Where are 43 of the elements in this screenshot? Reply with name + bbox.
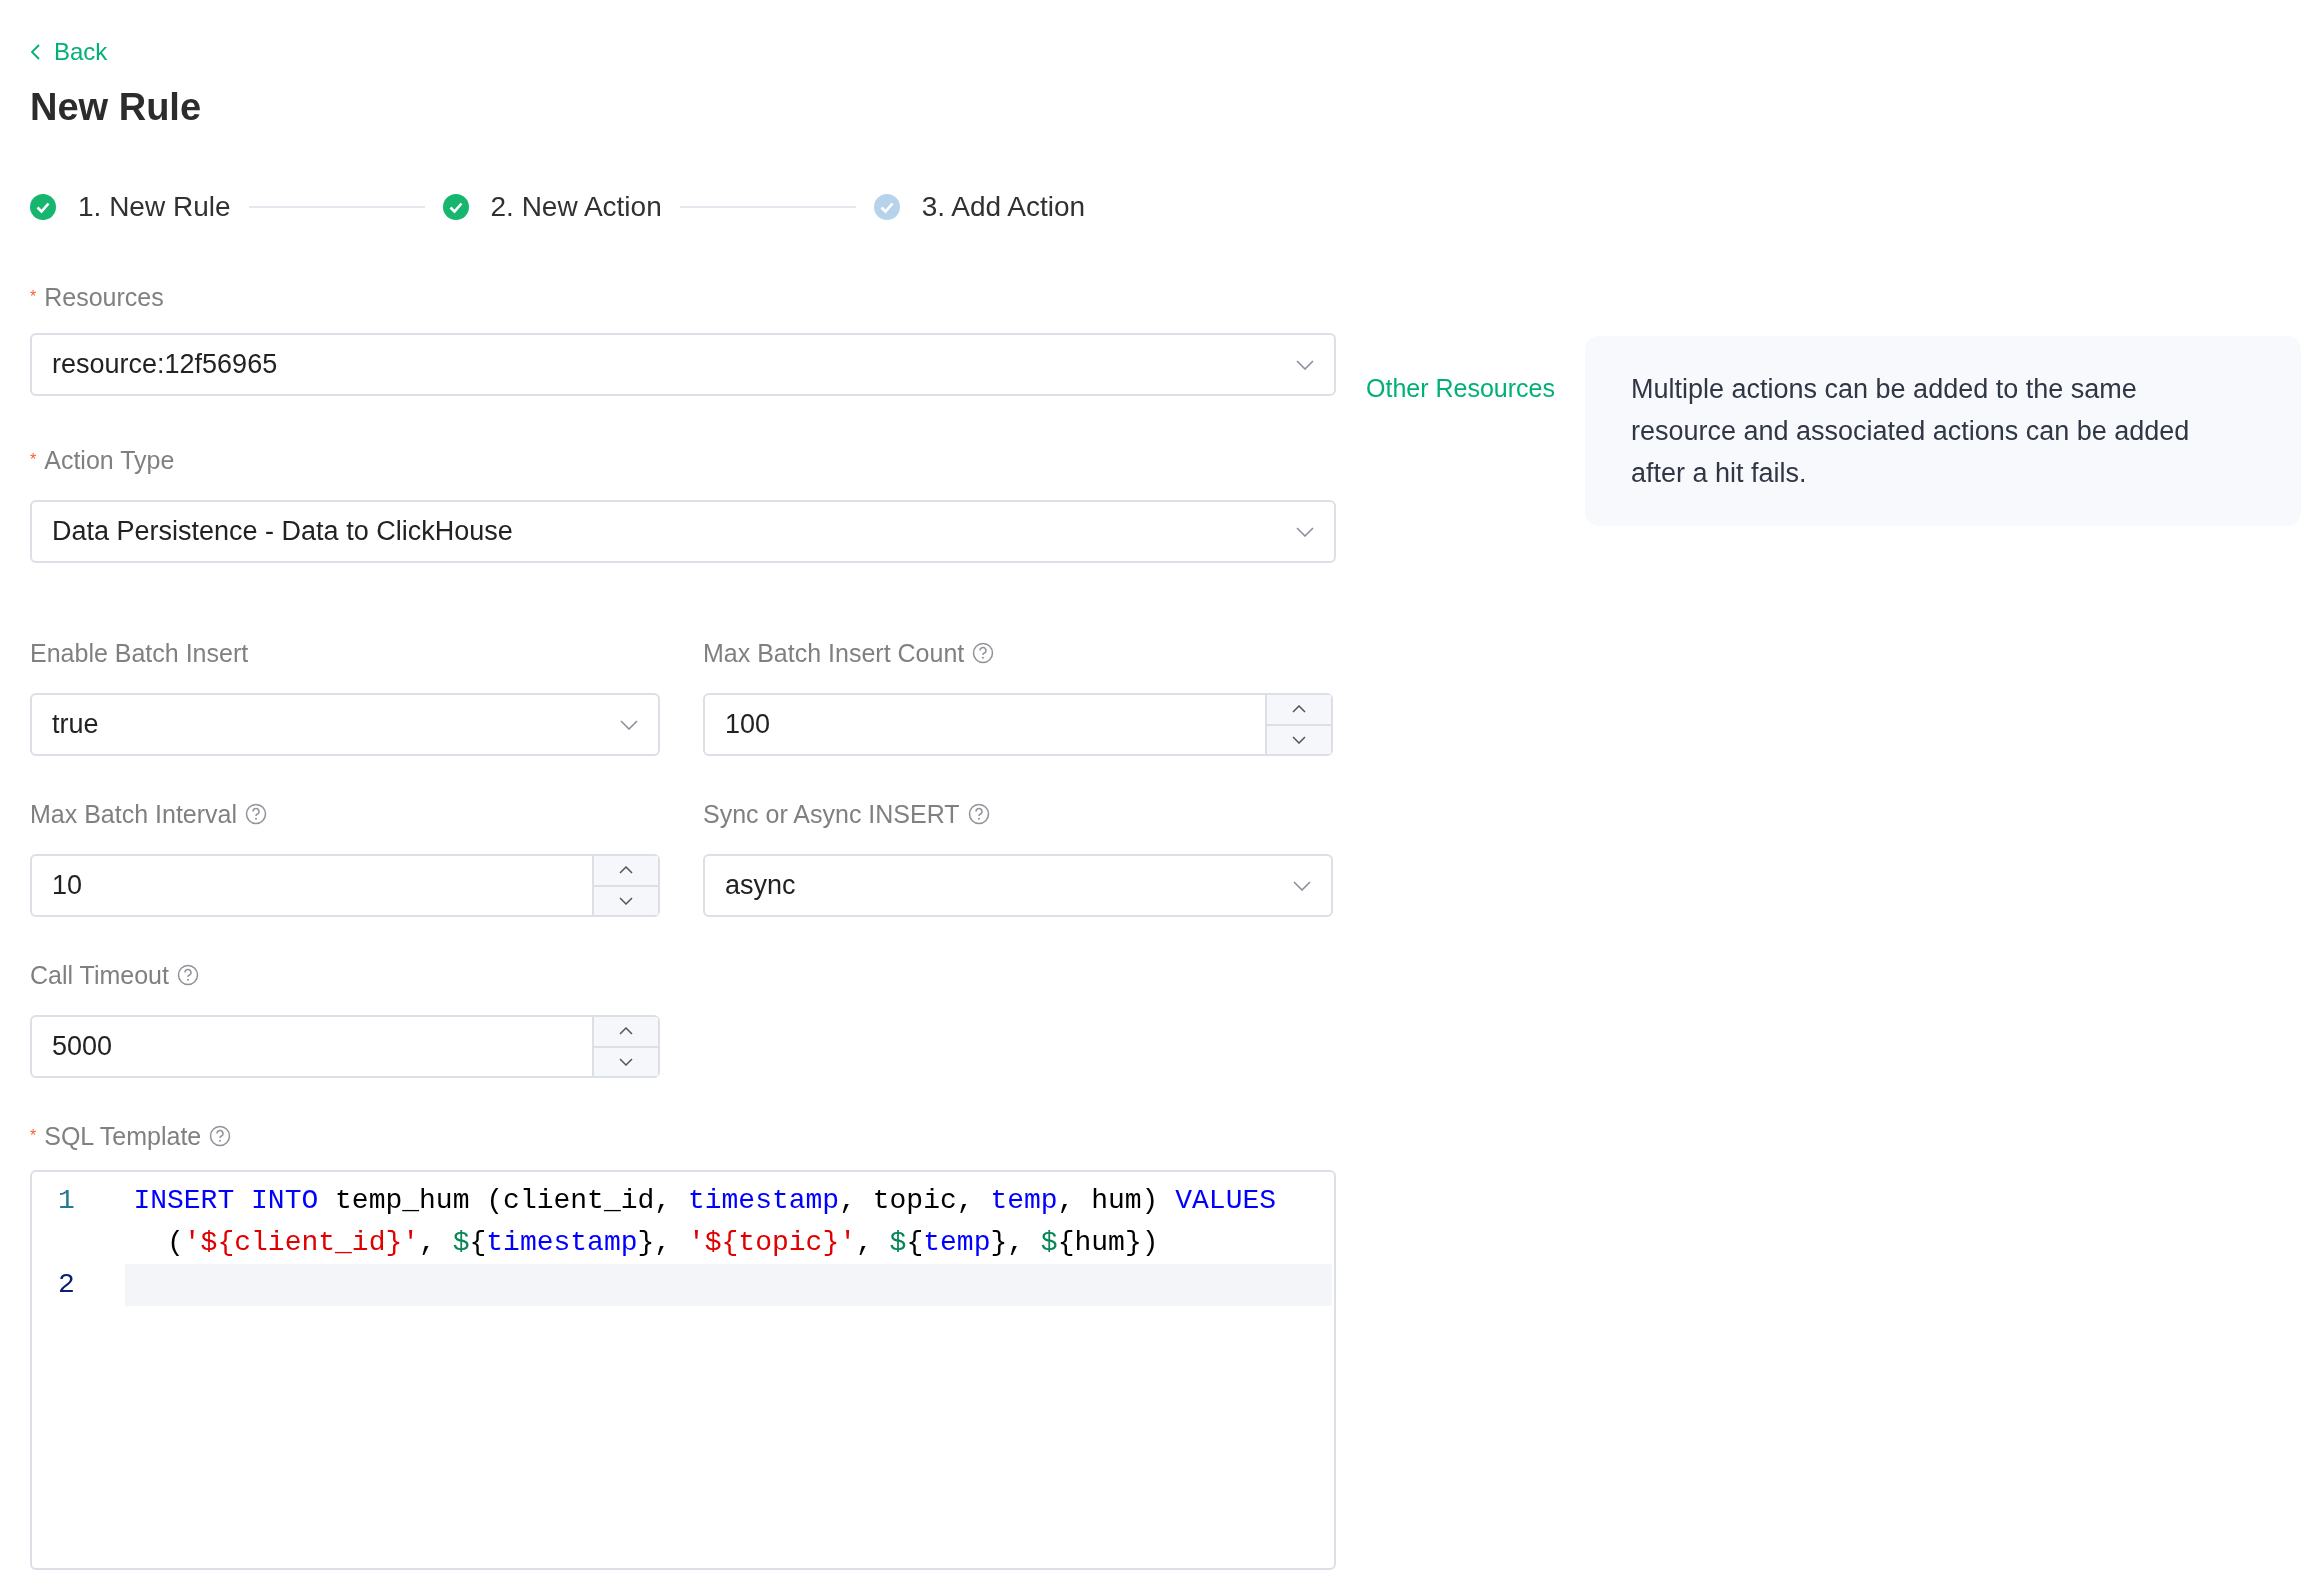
chevron-up-icon [619,1027,633,1036]
select-field[interactable]: async [703,854,1333,917]
step-label: 1. New Rule [78,191,231,223]
chevron-down-icon [1292,735,1306,744]
required-mark: * [30,451,37,469]
chevron-down-icon [619,1057,633,1066]
number-field[interactable]: 5000 [30,1015,660,1078]
required-mark: * [30,1127,37,1145]
field-label: Max Batch Interval [30,798,238,830]
chevron-up-icon [1292,705,1306,714]
required-mark: * [30,288,37,306]
chevron-down-icon [1293,880,1311,891]
field-label: Max Batch Insert Count [703,637,965,669]
chevron-down-icon [1296,359,1314,370]
field-label: Sync or Async INSERT [703,798,960,830]
select-field[interactable]: true [30,693,660,756]
help-icon[interactable] [209,1125,232,1147]
help-icon[interactable] [176,964,199,986]
select-field[interactable]: Data Persistence - Data to ClickHouse [30,500,1336,563]
chevron-down-icon [619,896,633,905]
help-icon[interactable] [967,803,990,825]
field-label: Action Type [44,444,175,476]
number-field[interactable]: 10 [30,854,660,917]
field-label: SQL Template [44,1120,202,1152]
chevron-up-icon [619,866,633,875]
help-icon[interactable] [245,803,268,825]
help-icon[interactable] [972,642,995,664]
code-editor[interactable]: 1 INSERT INTO temp_hum (client_id, timestamp, topic, temp, hum) VALUES ('${client_id}', ${timestamp}, '${topic}', ${temp}, ${hum}) 2 [30,1170,1336,1570]
code-line: INSERT INTO temp_hum (client_id, timestamp, topic, temp, hum) VALUES ('${client_id}', ${timestamp}, '${topic}', ${temp}, ${hum}) [132,1184,1278,1260]
number-field[interactable]: 100 [703,693,1333,756]
line-number: 1 [57,1184,76,1218]
field-label: Resources [44,281,164,313]
tip-panel: Multiple actions can be added to the same resource and associated actions can be added after a hit fails. [1584,336,2301,526]
field-label: Call Timeout [30,959,169,991]
chevron-down-icon [1296,526,1314,537]
step-label: 2. New Action [490,191,662,223]
line-number: 2 [57,1268,76,1302]
step-label: 3. Add Action [921,191,1086,223]
chevron-down-icon [620,719,638,730]
page-title: New Rule [30,86,203,129]
chevron-left-icon [30,44,40,60]
select-field[interactable]: resource:12f56965 [30,333,1336,396]
field-label: Enable Batch Insert [30,637,249,669]
